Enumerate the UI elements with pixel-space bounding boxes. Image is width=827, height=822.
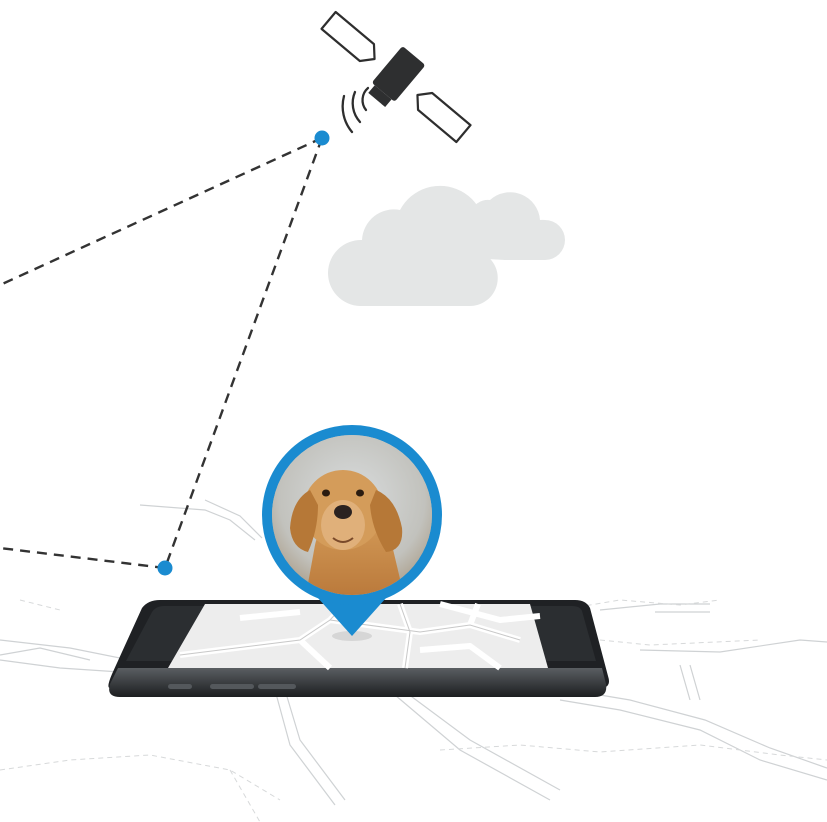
satellite-signal-dot [314, 130, 330, 146]
illustration-canvas [0, 10, 827, 822]
cloud-icon [328, 185, 565, 307]
signal-waves-icon [341, 86, 370, 134]
ground-signal-dot [157, 560, 173, 576]
satellite-icon [320, 10, 472, 144]
gps-tracking-illustration [0, 0, 827, 822]
